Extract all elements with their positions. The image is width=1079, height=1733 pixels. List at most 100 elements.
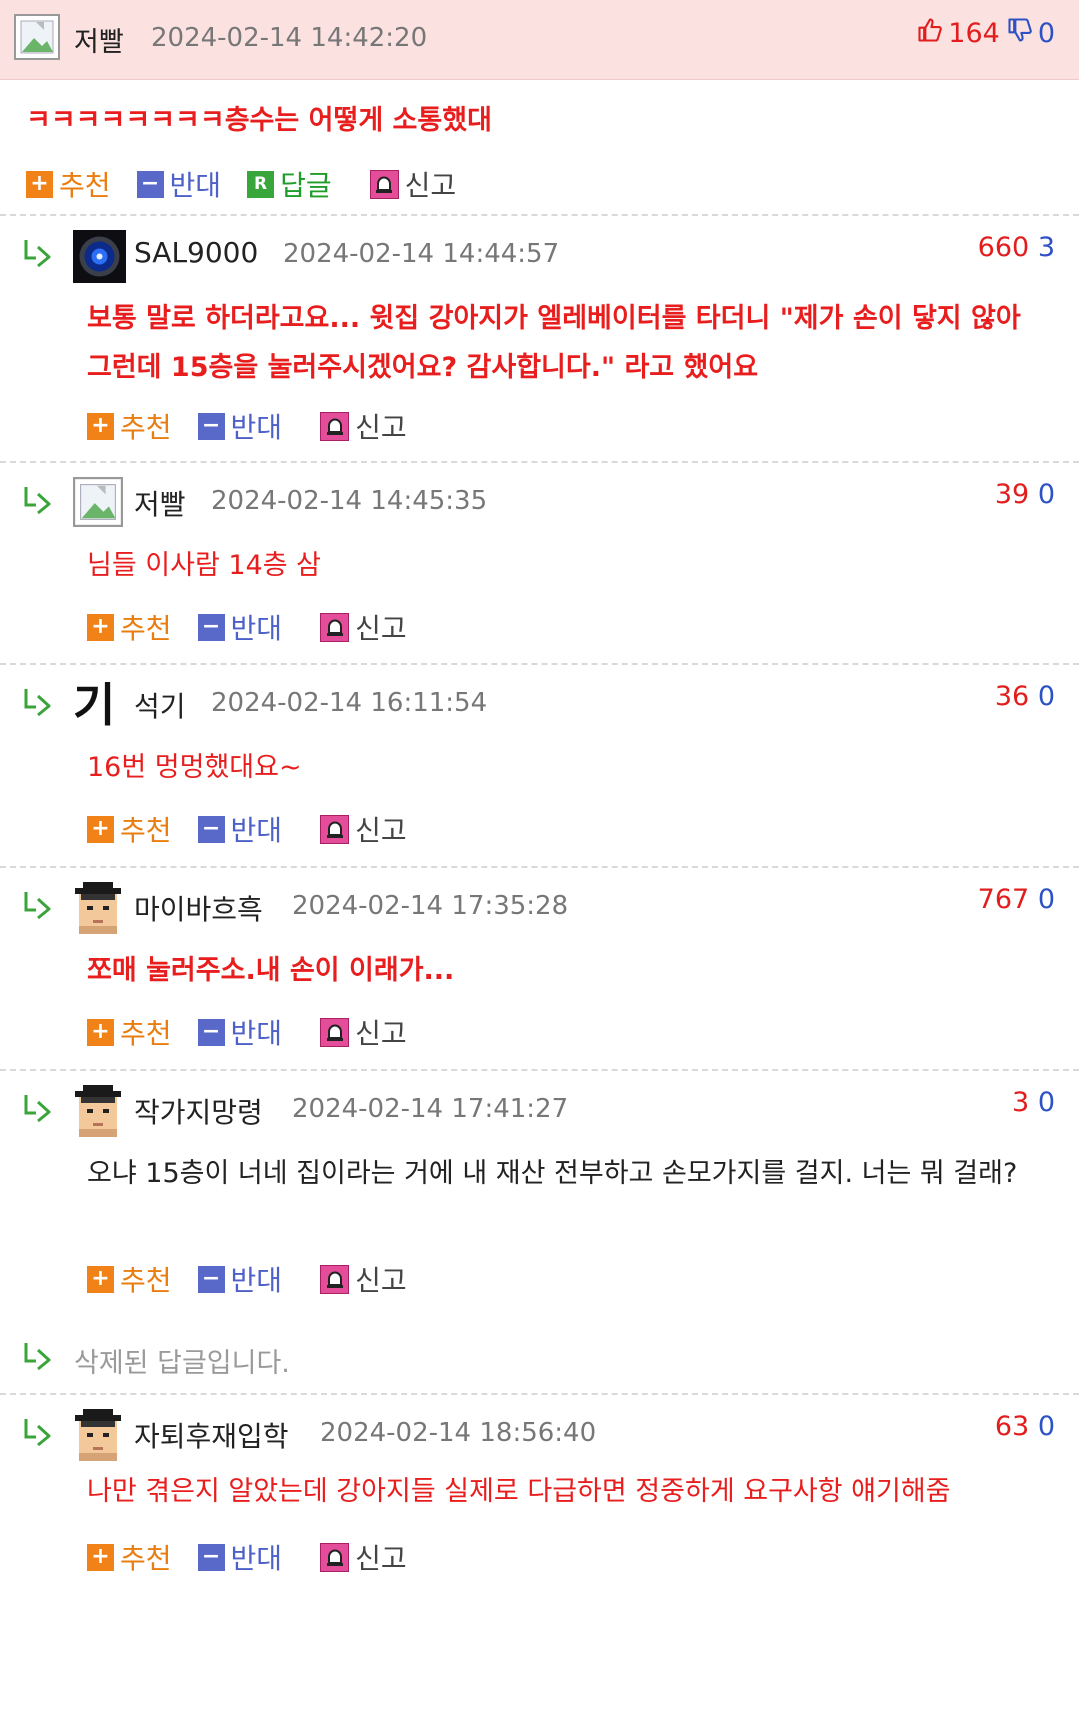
report-label: 신고 bbox=[355, 1017, 407, 1050]
avatar-character: 기 bbox=[73, 678, 116, 732]
plus-icon: + bbox=[26, 170, 53, 198]
minus-icon: − bbox=[136, 170, 164, 198]
comment-item: 자퇴후재입학 2024-02-14 18:56:40 63 0 나만 겪은지 알았는데… bbox=[0, 1393, 1079, 1595]
comment-item: 작가지망령 2024-02-14 17:41:27 3 0 오냐 15층이 너네 집이… bbox=[0, 1069, 1079, 1315]
reply-arrow-icon bbox=[22, 890, 54, 924]
report-button[interactable]: 신고 bbox=[320, 1537, 407, 1577]
comment-down-count: 0 bbox=[1037, 681, 1055, 712]
post-actions: + 추천 − 반대 R 답글 신고 bbox=[0, 154, 1079, 214]
comment-votes: 63 0 bbox=[995, 1411, 1055, 1442]
deleted-reply: 삭제된 답글입니다. bbox=[0, 1315, 1079, 1393]
recommend-label: 추천 bbox=[120, 411, 172, 444]
comment-author[interactable]: 작가지망령 bbox=[134, 1091, 263, 1131]
broken-image-icon[interactable] bbox=[14, 14, 60, 64]
plus-icon: + bbox=[87, 1543, 114, 1571]
comment-author[interactable]: 저빨 bbox=[134, 483, 186, 523]
comment-author[interactable]: SAL9000 bbox=[134, 236, 258, 269]
oppose-button[interactable]: − 반대 bbox=[197, 809, 283, 849]
siren-icon bbox=[369, 169, 399, 199]
reply-arrow-icon bbox=[22, 485, 54, 519]
post-votes: 164 0 bbox=[916, 16, 1055, 51]
comment-down-count: 0 bbox=[1037, 479, 1055, 510]
oppose-label: 반대 bbox=[230, 814, 283, 847]
comment-actions: + 추천 − 반대 신고 bbox=[87, 396, 433, 456]
thumbs-down-icon[interactable] bbox=[1006, 16, 1034, 51]
comment-down-count: 3 bbox=[1037, 232, 1055, 263]
recommend-button[interactable]: + 추천 bbox=[87, 809, 172, 849]
thumbs-up-icon[interactable] bbox=[916, 16, 944, 51]
comment-text: 16번 멍멍했대요~ bbox=[87, 752, 302, 783]
reply-arrow-icon bbox=[22, 1093, 54, 1127]
report-label: 신고 bbox=[355, 1542, 407, 1575]
report-button[interactable]: 신고 bbox=[320, 1259, 407, 1299]
comment-item: 저빨 2024-02-14 14:45:35 39 0 님들 이사람 14층 삼 + 추천… bbox=[0, 461, 1079, 663]
oppose-button[interactable]: − 반대 bbox=[197, 607, 283, 647]
siren-icon bbox=[320, 612, 350, 642]
siren-icon bbox=[320, 814, 350, 844]
comment-date: 2024-02-14 17:35:28 bbox=[292, 891, 569, 921]
recommend-label: 추천 bbox=[120, 612, 172, 645]
report-label: 신고 bbox=[355, 814, 407, 847]
oppose-label: 반대 bbox=[230, 411, 283, 444]
comment-author[interactable]: 석기 bbox=[134, 685, 186, 725]
comment-votes: 767 0 bbox=[978, 884, 1055, 915]
report-button[interactable]: 신고 bbox=[369, 164, 456, 204]
minus-icon: − bbox=[197, 1265, 225, 1293]
comment-votes: 36 0 bbox=[995, 681, 1055, 712]
minus-icon: − bbox=[197, 1543, 225, 1571]
report-button[interactable]: 신고 bbox=[320, 1012, 407, 1052]
comment-text: 보통 말로 하더라고요... 윗집 강아지가 엘레베이터를 타더니 "제가 손이… bbox=[87, 303, 1021, 383]
oppose-button[interactable]: − 반대 bbox=[197, 1537, 282, 1577]
oppose-button[interactable]: − 반대 bbox=[197, 1259, 283, 1299]
plus-icon: + bbox=[87, 815, 114, 843]
recommend-button[interactable]: + 추천 bbox=[87, 406, 172, 446]
deleted-reply-text: 삭제된 답글입니다. bbox=[74, 1348, 290, 1379]
reply-button[interactable]: R 답글 bbox=[247, 164, 332, 204]
gi-character-icon[interactable]: 기 bbox=[73, 679, 126, 732]
comment-up-count: 36 bbox=[994, 681, 1030, 712]
oppose-button[interactable]: − 반대 bbox=[197, 406, 283, 446]
post-text: ㅋㅋㅋㅋㅋㅋㅋㅋ층수는 어떻게 소통했대 bbox=[26, 105, 492, 136]
oppose-button[interactable]: − 반대 bbox=[197, 1012, 282, 1052]
comment-author[interactable]: 마이바흐흑 bbox=[134, 888, 263, 928]
pixel-face-icon[interactable] bbox=[73, 1409, 126, 1462]
recommend-button[interactable]: + 추천 bbox=[87, 607, 172, 647]
comment-date: 2024-02-14 16:11:54 bbox=[211, 688, 488, 718]
recommend-button[interactable]: + 추천 bbox=[87, 1537, 172, 1577]
comment-actions: + 추천 − 반대 신고 bbox=[87, 1527, 433, 1587]
recommend-label: 추천 bbox=[120, 1264, 172, 1297]
post-author[interactable]: 저빨 bbox=[74, 20, 124, 59]
comment-up-count: 39 bbox=[994, 479, 1030, 510]
recommend-label: 추천 bbox=[120, 1017, 172, 1050]
pixel-face-icon[interactable] bbox=[73, 882, 126, 935]
comment-up-count: 660 bbox=[977, 232, 1030, 263]
minus-icon: − bbox=[197, 412, 225, 440]
comment-votes: 39 0 bbox=[995, 479, 1055, 510]
siren-icon bbox=[320, 1264, 350, 1294]
oppose-label: 반대 bbox=[230, 1264, 283, 1297]
recommend-button[interactable]: + 추천 bbox=[87, 1012, 172, 1052]
hal-eye-icon[interactable] bbox=[73, 230, 126, 283]
comment-item: SAL9000 2024-02-14 14:44:57 660 3 보통 말로 하더라… bbox=[0, 214, 1079, 461]
comment-author[interactable]: 자퇴후재입학 bbox=[134, 1415, 289, 1455]
report-button[interactable]: 신고 bbox=[320, 406, 407, 446]
oppose-label: 반대 bbox=[230, 612, 283, 645]
comment-item: 마이바흐흑 2024-02-14 17:35:28 767 0 쪼매 눌러주소.내 손… bbox=[0, 866, 1079, 1069]
post-up-count: 164 bbox=[948, 18, 1000, 49]
report-button[interactable]: 신고 bbox=[320, 809, 407, 849]
report-button[interactable]: 신고 bbox=[320, 607, 407, 647]
oppose-button[interactable]: − 반대 bbox=[136, 164, 221, 204]
comment-date: 2024-02-14 18:56:40 bbox=[320, 1418, 597, 1448]
comment-down-count: 0 bbox=[1037, 1411, 1055, 1442]
recommend-button[interactable]: + 추천 bbox=[87, 1259, 172, 1299]
comment-down-count: 0 bbox=[1037, 884, 1055, 915]
recommend-label: 추천 bbox=[120, 814, 172, 847]
comment-text: 오냐 15층이 너네 집이라는 거에 내 재산 전부하고 손모가지를 걸지. 너… bbox=[87, 1158, 1018, 1189]
broken-image-icon[interactable] bbox=[73, 477, 126, 530]
pixel-face-icon[interactable] bbox=[73, 1085, 126, 1138]
comment-down-count: 0 bbox=[1037, 1087, 1055, 1118]
reply-r-icon: R bbox=[247, 170, 275, 198]
comment-actions: + 추천 − 반대 신고 bbox=[87, 1002, 433, 1062]
siren-icon bbox=[320, 1542, 350, 1572]
recommend-button[interactable]: + 추천 bbox=[26, 164, 111, 204]
